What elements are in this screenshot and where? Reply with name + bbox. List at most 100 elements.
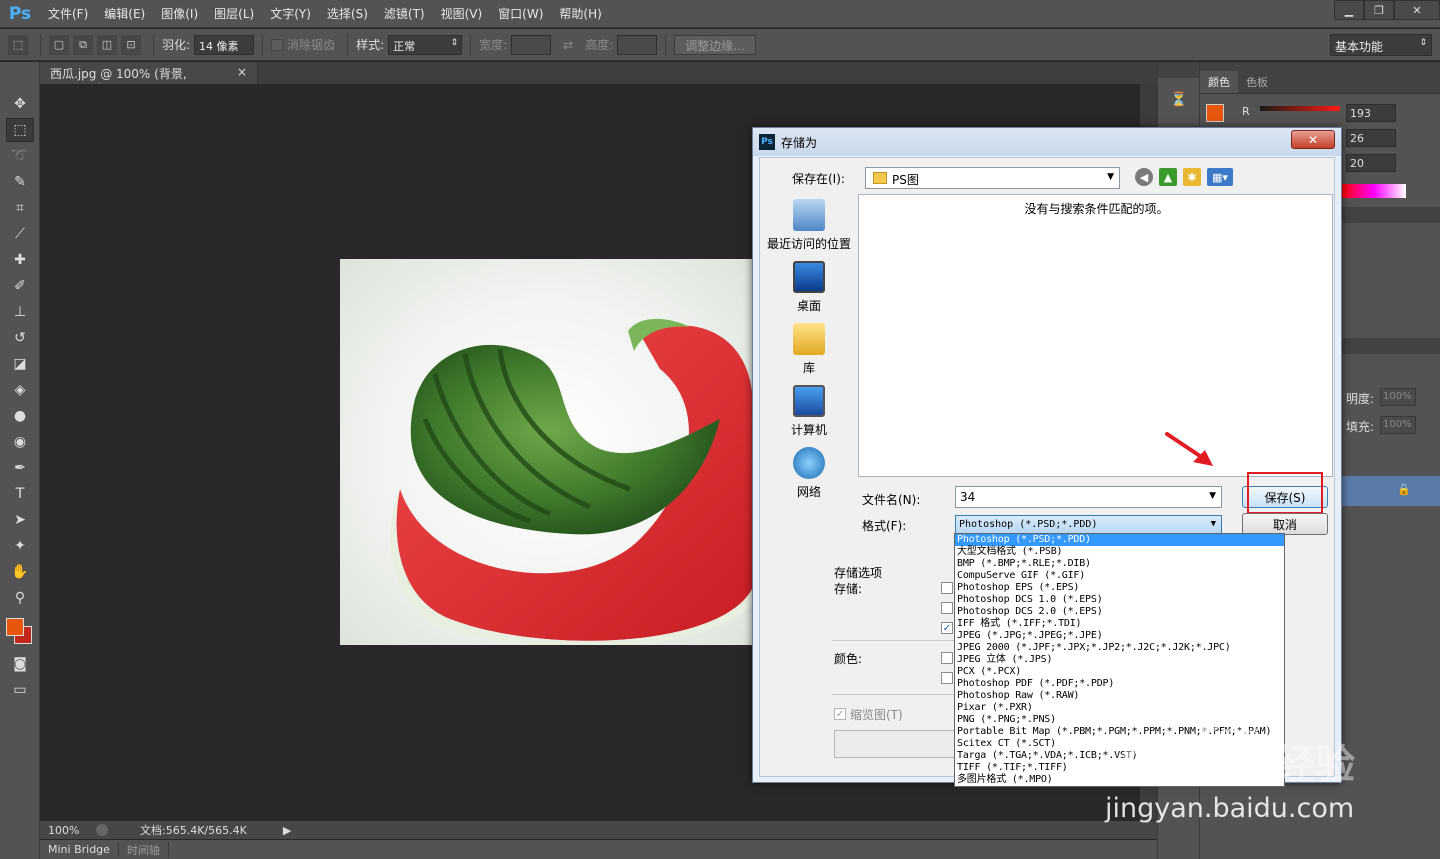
new-selection-icon[interactable]: ▢ bbox=[49, 34, 69, 55]
close-tab-icon[interactable]: × bbox=[237, 65, 247, 81]
new-folder-icon[interactable]: ✱ bbox=[1183, 168, 1201, 186]
minimize-button[interactable]: ▁ bbox=[1334, 0, 1364, 20]
history-panel-icon[interactable]: ⏳ bbox=[1165, 88, 1193, 112]
crop-tool-icon[interactable]: ⌗ bbox=[6, 196, 34, 220]
format-option-pixar[interactable]: Pixar (*.PXR) bbox=[955, 702, 1284, 714]
menu-edit[interactable]: 编辑(E) bbox=[96, 0, 153, 28]
menu-select[interactable]: 选择(S) bbox=[319, 0, 376, 28]
format-option-iff[interactable]: IFF 格式 (*.IFF;*.TDI) bbox=[955, 618, 1284, 630]
save-option-checkbox[interactable] bbox=[941, 602, 953, 614]
green-value-input[interactable]: 26 bbox=[1346, 129, 1396, 147]
color-option-checkbox[interactable] bbox=[941, 652, 953, 664]
format-option-jpeg[interactable]: JPEG (*.JPG;*.JPEG;*.JPE) bbox=[955, 630, 1284, 642]
format-option-dcs1[interactable]: Photoshop DCS 1.0 (*.EPS) bbox=[955, 594, 1284, 606]
format-option-jps[interactable]: JPEG 立体 (*.JPS) bbox=[955, 654, 1284, 666]
restore-button[interactable]: ❐ bbox=[1364, 0, 1394, 20]
layer-row-background[interactable]: 🔒 bbox=[1342, 476, 1440, 506]
format-option-pdf[interactable]: Photoshop PDF (*.PDF;*.PDP) bbox=[955, 678, 1284, 690]
format-option-scitex[interactable]: Scitex CT (*.SCT) bbox=[955, 738, 1284, 750]
fill-input[interactable]: 100% bbox=[1380, 416, 1416, 434]
healing-brush-tool-icon[interactable]: ✚ bbox=[6, 248, 34, 272]
width-input[interactable] bbox=[511, 34, 552, 55]
save-option-checkbox[interactable] bbox=[941, 582, 953, 594]
height-input[interactable] bbox=[617, 34, 658, 55]
path-select-tool-icon[interactable]: ➤ bbox=[6, 508, 34, 532]
menu-window[interactable]: 窗口(W) bbox=[490, 0, 551, 28]
place-recent[interactable]: 最近访问的位置 bbox=[766, 199, 852, 252]
format-option-pbm[interactable]: Portable Bit Map (*.PBM;*.PGM;*.PPM;*.PN… bbox=[955, 726, 1284, 738]
menu-type[interactable]: 文字(Y) bbox=[262, 0, 319, 28]
screen-mode-icon[interactable]: ▭ bbox=[6, 678, 34, 702]
format-option-tiff[interactable]: TIFF (*.TIF;*.TIFF) bbox=[955, 762, 1284, 774]
format-option-mpo[interactable]: 多图片格式 (*.MPO) bbox=[955, 774, 1284, 786]
paint-bucket-tool-icon[interactable]: ◈ bbox=[6, 378, 34, 402]
place-network[interactable]: 网络 bbox=[766, 447, 852, 500]
workspace-select[interactable]: 基本功能 ⇕ bbox=[1330, 34, 1432, 56]
tab-timeline[interactable]: 时间轴 bbox=[119, 841, 169, 858]
format-option-jpeg2000[interactable]: JPEG 2000 (*.JPF;*.JPX;*.JP2;*.J2C;*.J2K… bbox=[955, 642, 1284, 654]
back-icon[interactable]: ◀ bbox=[1135, 168, 1153, 186]
marquee-preset-icon[interactable]: ⬚ bbox=[8, 34, 28, 55]
red-slider[interactable] bbox=[1260, 106, 1340, 111]
marquee-tool-icon[interactable]: ⬚ bbox=[6, 118, 34, 142]
tab-swatches[interactable]: 色板 bbox=[1238, 71, 1276, 93]
history-brush-tool-icon[interactable]: ↺ bbox=[6, 326, 34, 350]
menu-file[interactable]: 文件(F) bbox=[40, 0, 96, 28]
format-option-eps[interactable]: Photoshop EPS (*.EPS) bbox=[955, 582, 1284, 594]
subtract-selection-icon[interactable]: ◫ bbox=[97, 34, 117, 55]
format-option-bmp[interactable]: BMP (*.BMP;*.RLE;*.DIB) bbox=[955, 558, 1284, 570]
color-ramp[interactable] bbox=[1342, 184, 1406, 198]
eraser-tool-icon[interactable]: ◪ bbox=[6, 352, 34, 376]
play-icon[interactable]: ▶ bbox=[283, 824, 291, 837]
cancel-button[interactable]: 取消 bbox=[1242, 513, 1328, 535]
menu-filter[interactable]: 滤镜(T) bbox=[376, 0, 433, 28]
color-option-checkbox[interactable] bbox=[941, 672, 953, 684]
move-tool-icon[interactable]: ✥ bbox=[6, 92, 34, 116]
dialog-close-button[interactable]: ✕ bbox=[1291, 130, 1335, 149]
view-menu-icon[interactable]: ▦▾ bbox=[1207, 168, 1233, 186]
menu-layer[interactable]: 图层(L) bbox=[206, 0, 262, 28]
style-select[interactable]: 正常 ⇕ bbox=[388, 34, 463, 55]
blue-value-input[interactable]: 20 bbox=[1346, 154, 1396, 172]
menu-image[interactable]: 图像(I) bbox=[153, 0, 206, 28]
red-value-input[interactable]: 193 bbox=[1346, 104, 1396, 122]
file-list[interactable]: 没有与搜索条件匹配的项。 bbox=[858, 194, 1333, 477]
zoom-tool-icon[interactable]: ⚲ bbox=[6, 586, 34, 610]
dodge-tool-icon[interactable]: ◉ bbox=[6, 430, 34, 454]
pen-tool-icon[interactable]: ✒ bbox=[6, 456, 34, 480]
format-dropdown-list[interactable]: Photoshop (*.PSD;*.PDD) 大型文档格式 (*.PSB) B… bbox=[954, 533, 1285, 787]
save-option-checkbox-checked[interactable]: ✓ bbox=[941, 622, 953, 634]
blur-tool-icon[interactable]: ● bbox=[6, 404, 34, 428]
antialias-checkbox[interactable] bbox=[271, 38, 284, 51]
format-option-gif[interactable]: CompuServe GIF (*.GIF) bbox=[955, 570, 1284, 582]
lasso-tool-icon[interactable]: ➰ bbox=[6, 144, 34, 168]
save-in-select[interactable]: PS图 ▼ bbox=[865, 167, 1120, 189]
quick-select-tool-icon[interactable]: ✎ bbox=[6, 170, 34, 194]
hand-tool-icon[interactable]: ✋ bbox=[6, 560, 34, 584]
brush-tool-icon[interactable]: ✐ bbox=[6, 274, 34, 298]
format-option-dcs2[interactable]: Photoshop DCS 2.0 (*.EPS) bbox=[955, 606, 1284, 618]
tab-color[interactable]: 颜色 bbox=[1200, 71, 1238, 93]
refine-edge-button[interactable]: 调整边缘... bbox=[674, 34, 756, 55]
swap-icon[interactable]: ⇄ bbox=[563, 38, 573, 52]
filename-input[interactable]: 34 ▼ bbox=[955, 486, 1222, 508]
format-option-targa[interactable]: Targa (*.TGA;*.VDA;*.ICB;*.VST) bbox=[955, 750, 1284, 762]
format-option-psb[interactable]: 大型文档格式 (*.PSB) bbox=[955, 546, 1284, 558]
shape-tool-icon[interactable]: ✦ bbox=[6, 534, 34, 558]
foreground-color-swatch[interactable] bbox=[1206, 104, 1224, 122]
opacity-input[interactable]: 100% bbox=[1380, 388, 1416, 406]
format-select[interactable]: Photoshop (*.PSD;*.PDD) ▼ bbox=[955, 515, 1222, 535]
format-option-psd[interactable]: Photoshop (*.PSD;*.PDD) bbox=[955, 534, 1284, 546]
clone-stamp-tool-icon[interactable]: ⊥ bbox=[6, 300, 34, 324]
type-tool-icon[interactable]: T bbox=[6, 482, 34, 506]
up-folder-icon[interactable]: ▲ bbox=[1159, 168, 1177, 186]
quick-mask-icon[interactable]: ◙ bbox=[6, 652, 34, 676]
add-selection-icon[interactable]: ⧉ bbox=[73, 34, 93, 55]
menu-help[interactable]: 帮助(H) bbox=[551, 0, 609, 28]
place-computer[interactable]: 计算机 bbox=[766, 385, 852, 438]
zoom-level[interactable]: 100% bbox=[40, 824, 88, 837]
place-library[interactable]: 库 bbox=[766, 323, 852, 376]
document-tab[interactable]: 西瓜.jpg @ 100% (背景, RGB/8#) * × bbox=[40, 62, 258, 96]
foreground-color-swatch[interactable] bbox=[6, 618, 24, 636]
place-desktop[interactable]: 桌面 bbox=[766, 261, 852, 314]
